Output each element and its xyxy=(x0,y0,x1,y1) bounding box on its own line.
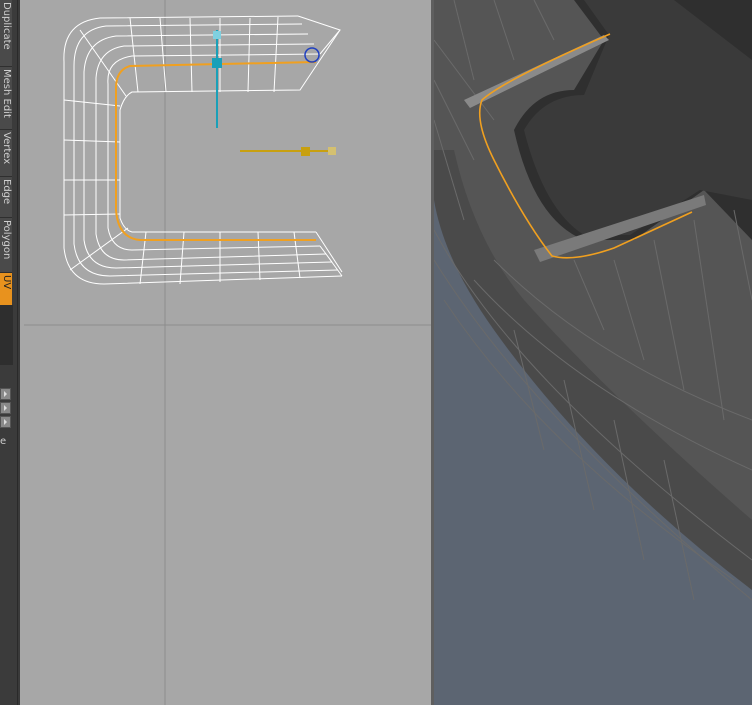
gizmo-x-scale-handle xyxy=(328,147,336,155)
uv-viewport[interactable] xyxy=(20,0,431,705)
tab-mesh-edit-label: Mesh Edit xyxy=(1,69,12,118)
tab-mesh-edit[interactable]: Mesh Edit xyxy=(0,67,12,130)
strip-bottom-label: e xyxy=(0,436,7,447)
gizmo-x-handle xyxy=(301,147,310,156)
gizmo-center-handle xyxy=(212,58,222,68)
perspective-viewport[interactable] xyxy=(434,0,752,705)
expand-arrow-icon[interactable] xyxy=(0,402,11,414)
tab-edge-label: Edge xyxy=(1,179,12,205)
tab-duplicate[interactable]: Duplicate xyxy=(0,0,12,67)
expand-arrow-icon[interactable] xyxy=(0,388,11,400)
expand-arrow-icon[interactable] xyxy=(0,416,11,428)
tab-polygon[interactable]: Polygon xyxy=(0,218,12,273)
tab-vertex[interactable]: Vertex xyxy=(0,130,12,177)
tab-uv[interactable]: UV xyxy=(0,273,12,306)
strip-separator xyxy=(0,305,13,365)
uv-viewport-canvas[interactable] xyxy=(20,0,431,705)
tab-vertex-label: Vertex xyxy=(1,132,12,165)
perspective-viewport-canvas[interactable] xyxy=(434,0,752,705)
tab-uv-label: UV xyxy=(1,275,12,290)
tab-edge[interactable]: Edge xyxy=(0,177,12,218)
tool-strip: Duplicate Mesh Edit Vertex Edge Polygon … xyxy=(0,0,18,705)
tab-duplicate-label: Duplicate xyxy=(1,2,12,50)
selected-vertex-marker xyxy=(304,47,320,63)
tab-polygon-label: Polygon xyxy=(1,220,12,260)
gizmo-y-handle xyxy=(213,31,221,39)
transform-gizmo xyxy=(212,30,336,156)
